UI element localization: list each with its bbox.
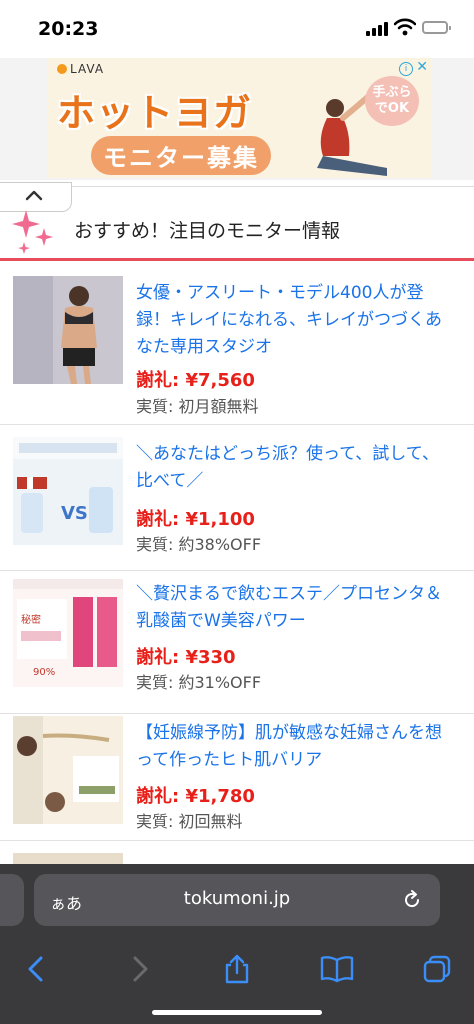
- back-icon[interactable]: [22, 954, 52, 984]
- item-real-price: 実質: 約38%OFF: [136, 535, 262, 554]
- item-reward: 謝礼: ¥1,100: [136, 509, 255, 530]
- ad-close-icon[interactable]: ✕: [416, 59, 428, 75]
- item-title-link[interactable]: ＼あなたはどっち派？使って、試して、比べて／: [136, 441, 446, 495]
- share-icon[interactable]: [222, 954, 252, 984]
- list-item[interactable]: 女優・アスリート・モデル400人が登録！キレイになれる、キレイがつづくあなた専用…: [0, 262, 474, 425]
- item-thumbnail: VS: [13, 437, 123, 545]
- ad-badge: 手ぶら でOK: [365, 76, 419, 126]
- section-divider: [0, 258, 474, 261]
- reload-icon[interactable]: [402, 890, 422, 910]
- item-thumbnail: [13, 276, 123, 384]
- item-reward: 謝礼: ¥330: [136, 647, 236, 668]
- browser-address-bar: ぁあ tokumoni.jp: [0, 864, 474, 940]
- brand-logo-icon: [57, 64, 67, 74]
- status-bar: 20:23: [0, 0, 474, 58]
- wifi-icon: [394, 18, 416, 36]
- ad-banner[interactable]: LAVA ホットヨガ モニター募集 手ぶら でOK i ✕: [47, 58, 431, 178]
- item-thumbnail: [13, 716, 123, 824]
- tabs-icon[interactable]: [422, 954, 452, 984]
- sparkle-icon: [12, 210, 53, 254]
- list-item[interactable]: 【妊娠線予防】肌が敏感な妊婦さんを想って作ったヒト肌バリア 謝礼: ¥1,780…: [0, 714, 474, 841]
- ad-container: LAVA ホットヨガ モニター募集 手ぶら でOK i ✕: [0, 58, 474, 180]
- ad-title: ホットヨガ: [57, 91, 253, 135]
- list-item[interactable]: 秘密 90% ＼贅沢まるで飲むエステ／プロセンタ＆乳酸菌でW美容パワー 謝礼: …: [0, 571, 474, 714]
- battery-icon: [422, 21, 451, 34]
- svg-text:VS: VS: [61, 503, 88, 524]
- status-time: 20:23: [38, 18, 99, 40]
- section-title: おすすめ！注目のモニター情報: [74, 220, 341, 242]
- svg-text:90%: 90%: [33, 667, 55, 678]
- list-item[interactable]: VS ＼あなたはどっち派？使って、試して、比べて／ 謝礼: ¥1,100 実質:…: [0, 425, 474, 571]
- item-reward: 謝礼: ¥1,780: [136, 786, 255, 807]
- svg-text:秘密: 秘密: [21, 613, 41, 626]
- item-reward: 謝礼: ¥7,560: [136, 370, 255, 391]
- item-real-price: 実質: 初月額無料: [136, 397, 259, 416]
- ad-info-icon[interactable]: i: [399, 62, 413, 76]
- item-real-price: 実質: 約31%OFF: [136, 673, 262, 692]
- ad-subtitle: モニター募集: [91, 136, 271, 175]
- ad-brand: LAVA: [57, 62, 104, 76]
- forward-icon[interactable]: [124, 954, 154, 984]
- home-indicator: [152, 1010, 322, 1015]
- item-title-link[interactable]: ＼贅沢まるで飲むエステ／プロセンタ＆乳酸菌でW美容パワー: [136, 581, 446, 635]
- item-thumbnail: 秘密 90%: [13, 579, 123, 687]
- cellular-signal-icon: [366, 22, 388, 36]
- item-title-link[interactable]: 【妊娠線予防】肌が敏感な妊婦さんを想って作ったヒト肌バリア: [136, 720, 446, 774]
- item-real-price: 実質: 初回無料: [136, 812, 243, 831]
- section-header: おすすめ！注目のモニター情報: [0, 200, 474, 258]
- bookmarks-icon[interactable]: [320, 954, 354, 984]
- item-title-link[interactable]: 女優・アスリート・モデル400人が登録！キレイになれる、キレイがつづくあなた専用…: [136, 280, 446, 361]
